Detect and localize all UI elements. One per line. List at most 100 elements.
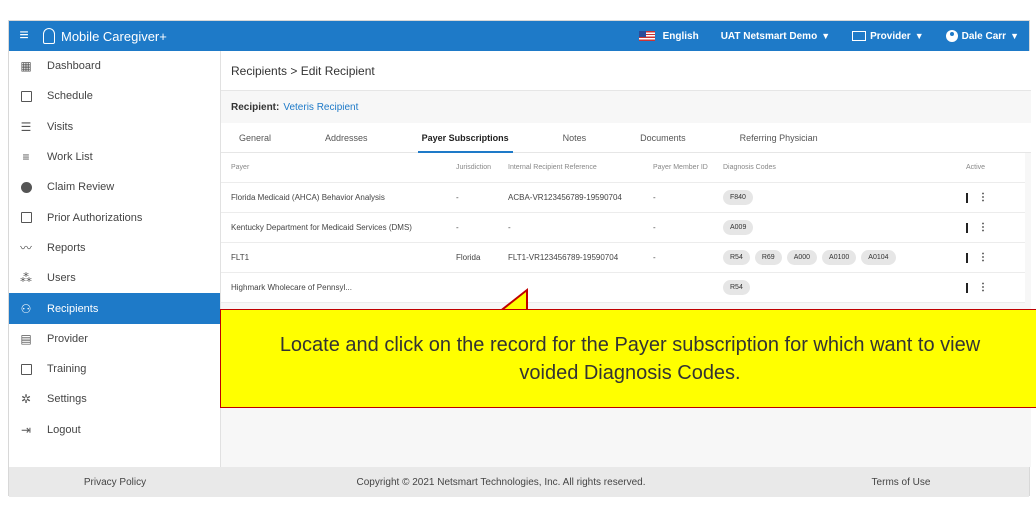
sidebar-item-provider[interactable]: ▤ Provider bbox=[9, 324, 220, 354]
chevron-down-icon: ▼ bbox=[914, 31, 924, 41]
diagnosis-code-chip: R69 bbox=[754, 250, 782, 265]
cell-jurisdiction: Florida bbox=[456, 253, 481, 262]
kebab-menu-icon[interactable]: ⋮ bbox=[978, 282, 988, 293]
tenant-label: UAT Netsmart Demo bbox=[720, 30, 818, 42]
sidebar-item-label: Claim Review bbox=[47, 181, 115, 194]
active-checkbox[interactable] bbox=[966, 282, 968, 293]
sidebar-item-label: Recipients bbox=[47, 302, 99, 315]
cell-payer: Florida Medicaid (AHCA) Behavior Analysi… bbox=[231, 193, 385, 202]
active-checkbox[interactable] bbox=[966, 252, 975, 263]
chart-line-icon: 〰 bbox=[19, 241, 32, 256]
cell-payer: Kentucky Department for Medicaid Service… bbox=[231, 223, 412, 232]
recipients-icon: ⚇ bbox=[20, 301, 32, 316]
sidebar-item-label: Reports bbox=[47, 241, 86, 254]
cell-diagnosis-codes: A009 bbox=[723, 220, 948, 235]
language-selector[interactable]: English bbox=[638, 31, 699, 42]
cell-reference: FLT1-VR123456789-19590704 bbox=[508, 253, 619, 262]
sidebar-item-training[interactable]: Training bbox=[9, 354, 220, 384]
provider-icon bbox=[852, 31, 867, 41]
top-bar: ≡ Mobile Caregiver+ English UAT Netsmart… bbox=[9, 21, 1029, 51]
tab-referring-physician[interactable]: Referring Physician bbox=[740, 123, 818, 153]
cell-member-id: - bbox=[653, 253, 656, 262]
hamburger-icon[interactable]: ≡ bbox=[9, 27, 39, 45]
table-row[interactable]: Florida Medicaid (AHCA) Behavior Analysi… bbox=[221, 183, 1025, 213]
tab-bar: General Addresses Payer Subscriptions No… bbox=[221, 123, 1031, 153]
sidebar-item-prior-authorizations[interactable]: Prior Authorizations bbox=[9, 202, 220, 232]
calendar-icon bbox=[19, 89, 33, 103]
brand-logo-icon bbox=[43, 28, 55, 44]
cell-active: ⋮ bbox=[948, 282, 988, 293]
sidebar-item-reports[interactable]: 〰 Reports bbox=[9, 233, 220, 263]
kebab-menu-icon[interactable]: ⋮ bbox=[978, 252, 988, 263]
diagnosis-code-chip: A000 bbox=[786, 250, 818, 265]
column-header-diagnosis-codes: Diagnosis Codes bbox=[723, 164, 776, 171]
user-avatar-icon bbox=[945, 30, 958, 42]
sidebar-item-label: Provider bbox=[47, 332, 88, 345]
sidebar-item-label: Users bbox=[47, 272, 76, 285]
column-header-jurisdiction: Jurisdiction bbox=[456, 164, 492, 171]
filter-icon: ☰ bbox=[20, 119, 32, 134]
sidebar-item-label: Visits bbox=[47, 120, 74, 133]
kebab-menu-icon[interactable]: ⋮ bbox=[978, 192, 988, 203]
active-checkbox[interactable] bbox=[966, 222, 975, 233]
cell-reference: ACBA-VR123456789-19590704 bbox=[508, 193, 622, 202]
sidebar-item-label: Schedule bbox=[47, 90, 93, 103]
tab-general[interactable]: General bbox=[239, 123, 271, 153]
tab-payer-subscriptions[interactable]: Payer Subscriptions bbox=[417, 123, 513, 153]
diagnosis-code-chip: R54 bbox=[723, 280, 750, 295]
column-header-active: Active bbox=[966, 164, 986, 171]
table-row[interactable]: Highmark Wholecare of Pennsyl... R54 ⋮ bbox=[221, 273, 1025, 303]
cell-jurisdiction: - bbox=[456, 223, 459, 232]
diagnosis-code-chip: A0100 bbox=[822, 250, 857, 265]
sidebar-item-label: Training bbox=[47, 363, 87, 376]
user-name: Dale Carr bbox=[961, 30, 1007, 42]
kebab-menu-icon[interactable]: ⋮ bbox=[978, 222, 988, 233]
tab-documents[interactable]: Documents bbox=[640, 123, 686, 153]
table-row[interactable]: FLT1 Florida FLT1-VR123456789-19590704 -… bbox=[221, 243, 1025, 273]
sidebar-item-work-list[interactable]: ≡ Work List bbox=[9, 142, 220, 172]
diagnosis-code-chip: A0104 bbox=[861, 250, 896, 265]
role-label: Provider bbox=[870, 30, 911, 42]
terms-of-use-link[interactable]: Terms of Use bbox=[781, 477, 1021, 488]
sidebar-item-logout[interactable]: ⇥ Logout bbox=[9, 415, 220, 445]
sidebar-item-visits[interactable]: ☰ Visits bbox=[9, 112, 220, 142]
app-title: Mobile Caregiver+ bbox=[61, 28, 167, 44]
cell-active: ⋮ bbox=[948, 252, 988, 263]
chevron-down-icon: ▼ bbox=[821, 31, 831, 41]
chevron-down-icon: ▼ bbox=[1010, 31, 1019, 41]
list-icon: ≡ bbox=[22, 150, 30, 165]
recipient-name-link[interactable]: Veteris Recipient bbox=[283, 102, 358, 113]
sidebar-item-dashboard[interactable]: ▦ Dashboard bbox=[9, 51, 220, 81]
table-header: Payer Jurisdiction Internal Recipient Re… bbox=[221, 153, 1025, 183]
sidebar-item-schedule[interactable]: Schedule bbox=[9, 81, 220, 111]
cell-diagnosis-codes: R54 bbox=[723, 280, 948, 295]
sidebar-item-label: Prior Authorizations bbox=[47, 211, 143, 224]
sidebar-item-users[interactable]: ⁂ Users bbox=[9, 263, 220, 293]
active-checkbox[interactable] bbox=[966, 192, 975, 203]
user-menu[interactable]: Dale Carr ▼ bbox=[945, 30, 1019, 42]
cell-payer: FLT1 bbox=[231, 253, 250, 262]
cell-reference: - bbox=[508, 223, 511, 232]
gear-icon: ✲ bbox=[20, 392, 32, 407]
sidebar-item-label: Work List bbox=[47, 151, 93, 164]
brand: Mobile Caregiver+ bbox=[43, 28, 167, 44]
breadcrumb: Recipients > Edit Recipient bbox=[221, 51, 1031, 91]
sidebar-item-settings[interactable]: ✲ Settings bbox=[9, 384, 220, 414]
diagnosis-code-chip: A009 bbox=[723, 220, 754, 235]
tab-notes[interactable]: Notes bbox=[563, 123, 587, 153]
training-icon bbox=[19, 362, 33, 376]
cell-jurisdiction: - bbox=[456, 193, 459, 202]
sidebar-item-recipients[interactable]: ⚇ Recipients bbox=[9, 293, 220, 324]
diagnosis-code-chip: F840 bbox=[723, 190, 753, 205]
role-selector[interactable]: Provider ▼ bbox=[852, 31, 924, 42]
tab-addresses[interactable]: Addresses bbox=[325, 123, 368, 153]
recipient-header: Recipient: Veteris Recipient bbox=[221, 91, 1031, 123]
footer: Privacy Policy Copyright © 2021 Netsmart… bbox=[9, 467, 1029, 497]
table-row[interactable]: Kentucky Department for Medicaid Service… bbox=[221, 213, 1025, 243]
instruction-callout: Locate and click on the record for the P… bbox=[220, 309, 1036, 408]
tenant-selector[interactable]: UAT Netsmart Demo ▼ bbox=[721, 31, 830, 42]
privacy-policy-link[interactable]: Privacy Policy bbox=[9, 477, 221, 488]
diagnosis-code-chip: R54 bbox=[723, 250, 750, 265]
sidebar-item-claim-review[interactable]: Claim Review bbox=[9, 172, 220, 202]
recipient-label: Recipient: bbox=[231, 101, 280, 113]
